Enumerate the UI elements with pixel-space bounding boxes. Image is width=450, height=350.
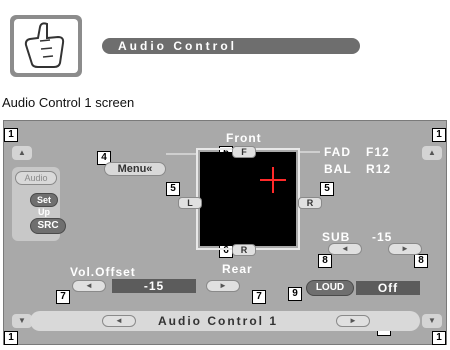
loud-button[interactable]: LOUD	[306, 280, 354, 296]
screen-title: Audio Control 1	[158, 314, 278, 328]
chevron-down-icon: ▼	[18, 316, 26, 325]
setup-button[interactable]: Set Up	[30, 193, 58, 217]
callout-8-right: 8	[414, 254, 428, 268]
callout-8-left: 8	[318, 254, 332, 268]
prev-screen-button[interactable]: ◄	[102, 315, 136, 327]
chevron-up-icon: ▲	[428, 148, 436, 157]
hand-pointing-icon-svg	[24, 22, 65, 68]
side-up-left-button[interactable]: ▲	[12, 146, 32, 160]
next-screen-button[interactable]: ►	[336, 315, 370, 327]
callout-1-bottom-left: 1	[4, 331, 18, 345]
fad-label: FAD	[324, 145, 351, 159]
rear-label: Rear	[222, 262, 253, 276]
chevron-down-icon: ▼	[428, 316, 436, 325]
side-up-right-button[interactable]: ▲	[422, 146, 442, 160]
fad-value: F12	[366, 145, 390, 159]
src-button[interactable]: SRC	[30, 218, 66, 234]
vol-offset-label: Vol.Offset	[70, 265, 136, 279]
callout-1-top-left: 1	[4, 128, 18, 142]
sub-decrease-button[interactable]: ◄	[328, 243, 362, 255]
front-label: Front	[226, 131, 262, 145]
callout-7-left: 7	[56, 290, 70, 304]
sub-increase-button[interactable]: ►	[388, 243, 422, 255]
fad-connector	[300, 151, 320, 153]
callout-5-right: 5	[320, 182, 334, 196]
side-down-left-button[interactable]: ▼	[12, 314, 32, 328]
hand-icon-tile	[10, 15, 82, 77]
front-button[interactable]: F	[232, 146, 256, 158]
left-button[interactable]: L	[178, 197, 202, 209]
hand-pointing-icon	[14, 19, 78, 73]
right-button[interactable]: R	[298, 197, 322, 209]
screen-caption: Audio Control 1 screen	[2, 95, 135, 110]
callout-7-right: 7	[252, 290, 266, 304]
menu-connector	[166, 153, 196, 155]
bal-value: R12	[366, 162, 392, 176]
loud-value: Off	[356, 281, 420, 295]
bal-label: BAL	[324, 162, 352, 176]
vol-offset-decrease-button[interactable]: ◄	[72, 280, 106, 292]
menu-button[interactable]: Menu«	[104, 162, 166, 176]
sub-label: SUB	[322, 230, 351, 244]
callout-1-top-right: 1	[432, 128, 446, 142]
page-title: Audio Control	[102, 38, 360, 54]
chevron-up-icon: ▲	[18, 148, 26, 157]
sub-value: -15	[372, 230, 393, 244]
vol-offset-increase-button[interactable]: ►	[206, 280, 240, 292]
audio-tab-button[interactable]: Audio	[15, 171, 57, 185]
callout-1-bottom-right: 1	[432, 331, 446, 345]
position-crosshair-v	[272, 167, 274, 193]
callout-9: 9	[288, 287, 302, 301]
vol-offset-value: -15	[112, 279, 196, 293]
rear-button[interactable]: R	[232, 244, 256, 256]
side-down-right-button[interactable]: ▼	[422, 314, 442, 328]
callout-5-left: 5	[166, 182, 180, 196]
fader-balance-pad[interactable]	[200, 152, 296, 246]
